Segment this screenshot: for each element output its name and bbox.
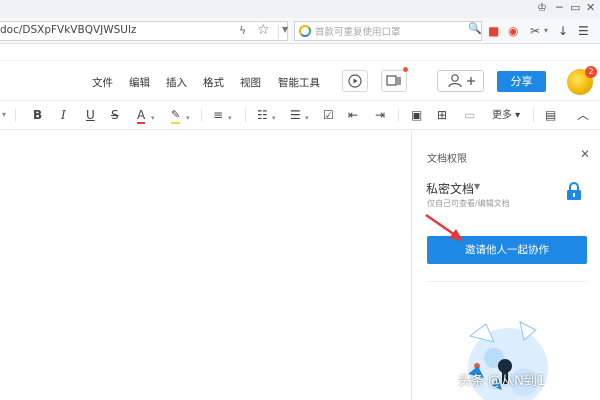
minimize-icon[interactable]: ─	[556, 2, 563, 14]
indent-increase-icon[interactable]: ⇥	[375, 108, 385, 122]
chevron-down-icon[interactable]: ▾	[2, 108, 6, 122]
invite-collaborators-button[interactable]: 邀请他人一起协作	[427, 236, 587, 264]
collapse-toolbar-icon[interactable]: ︿	[577, 108, 589, 122]
divider	[533, 109, 534, 122]
app-header-strip	[0, 45, 600, 61]
watermark: 头条 @从N到1	[458, 374, 546, 389]
format-toolbar: ▾ B I U S A ▾ ✎ ▾ ≡ ▾ ☷ ▾ ☰ ▾ ☑ ⇤ ⇥ ▣ ⊞ …	[0, 101, 600, 130]
indent-decrease-icon[interactable]: ⇤	[348, 108, 358, 122]
menu-smart-tools[interactable]: 智能工具	[278, 75, 320, 90]
chevron-down-icon[interactable]: ▼	[474, 182, 480, 191]
checklist-icon[interactable]: ☑	[323, 108, 334, 122]
more-label: 更多	[492, 110, 512, 121]
more-menu[interactable]: 更多 ▾	[492, 109, 520, 123]
permissions-panel: 文档权限 ✕ 私密文档 ▼ 仅自己可查看/编辑文档 邀请他人一起协作	[411, 131, 600, 400]
highlight-icon[interactable]: ✎	[171, 108, 181, 124]
chevron-down-icon[interactable]: ▾	[186, 111, 190, 125]
document-canvas[interactable]	[0, 131, 410, 400]
font-color-icon[interactable]: A	[137, 108, 146, 124]
url-text: doc/DSXpFVkVBQVJWSUlz	[0, 24, 137, 36]
chevron-down-icon[interactable]: ▾	[272, 111, 276, 125]
comment-panel-icon[interactable]: ▤	[545, 108, 556, 122]
chevron-down-icon[interactable]: ▾	[305, 111, 309, 125]
maximize-icon[interactable]: ▭	[570, 2, 580, 14]
align-icon[interactable]: ≡	[213, 108, 223, 122]
chevron-down-icon[interactable]: ▾	[228, 111, 232, 125]
browser-title-strip: ♔ ─ ▭ ✕	[0, 0, 600, 18]
underline-icon[interactable]: U	[86, 108, 95, 122]
menu-view[interactable]: 视图	[240, 75, 261, 90]
divider	[201, 109, 202, 122]
present-button[interactable]	[381, 70, 407, 92]
numbered-list-icon[interactable]: ☰	[290, 108, 301, 122]
comment-icon[interactable]: ▭	[464, 108, 475, 122]
close-icon[interactable]: ✕	[580, 147, 590, 161]
search-input[interactable]: 首款可重复使用口罩	[294, 21, 482, 41]
privacy-description: 仅自己可查看/编辑文档	[427, 199, 510, 208]
divider	[245, 109, 246, 122]
menu-edit[interactable]: 编辑	[129, 75, 150, 90]
search-placeholder: 首款可重复使用口罩	[315, 27, 401, 38]
strikethrough-icon[interactable]: S	[111, 108, 119, 122]
video-play-icon[interactable]: ◉	[508, 24, 518, 38]
chevron-down-icon[interactable]: ▼	[282, 25, 288, 34]
presentation-icon	[386, 75, 401, 86]
bold-icon[interactable]: B	[33, 108, 42, 122]
add-collaborator-button[interactable]	[437, 70, 484, 92]
app-menu-bar: 文件 编辑 插入 格式 视图 智能工具 分享 2	[0, 61, 600, 101]
play-icon	[348, 74, 362, 88]
italic-icon[interactable]: I	[61, 108, 66, 122]
image-icon[interactable]: ▣	[411, 108, 422, 122]
menu-insert[interactable]: 插入	[166, 75, 187, 90]
menu-file[interactable]: 文件	[92, 75, 113, 90]
divider	[398, 109, 399, 122]
download-icon[interactable]: ↓	[558, 24, 568, 38]
share-button[interactable]: 分享	[497, 71, 546, 92]
chevron-down-icon[interactable]: ▾	[151, 111, 155, 125]
notification-badge: 2	[585, 66, 597, 78]
search-engine-logo-icon	[299, 25, 311, 37]
chevron-down-icon[interactable]: ▾	[544, 24, 548, 38]
menu-format[interactable]: 格式	[203, 75, 224, 90]
search-icon[interactable]: 🔍	[468, 22, 482, 35]
lock-icon	[567, 182, 581, 200]
notification-dot	[403, 67, 408, 72]
divider	[278, 25, 279, 39]
apps-grid-icon[interactable]: ■	[488, 24, 499, 38]
bookmark-star-icon[interactable]: ☆	[257, 22, 270, 38]
skin-icon[interactable]: ♔	[537, 2, 547, 14]
play-button[interactable]	[342, 70, 368, 92]
bulleted-list-icon[interactable]: ☷	[257, 108, 268, 122]
privacy-mode-select[interactable]: 私密文档	[426, 180, 474, 197]
close-window-icon[interactable]: ✕	[586, 2, 595, 14]
scissors-icon[interactable]: ✂	[530, 24, 540, 38]
divider	[427, 281, 587, 282]
url-field[interactable]: doc/DSXpFVkVBQVJWSUlz ϟ ☆ ▼	[0, 21, 288, 41]
table-icon[interactable]: ⊞	[437, 108, 447, 122]
menu-icon[interactable]: ☰	[578, 24, 589, 38]
panel-title: 文档权限	[427, 154, 467, 165]
lightning-icon[interactable]: ϟ	[239, 24, 246, 37]
divider	[15, 109, 16, 122]
add-user-icon	[447, 74, 475, 88]
